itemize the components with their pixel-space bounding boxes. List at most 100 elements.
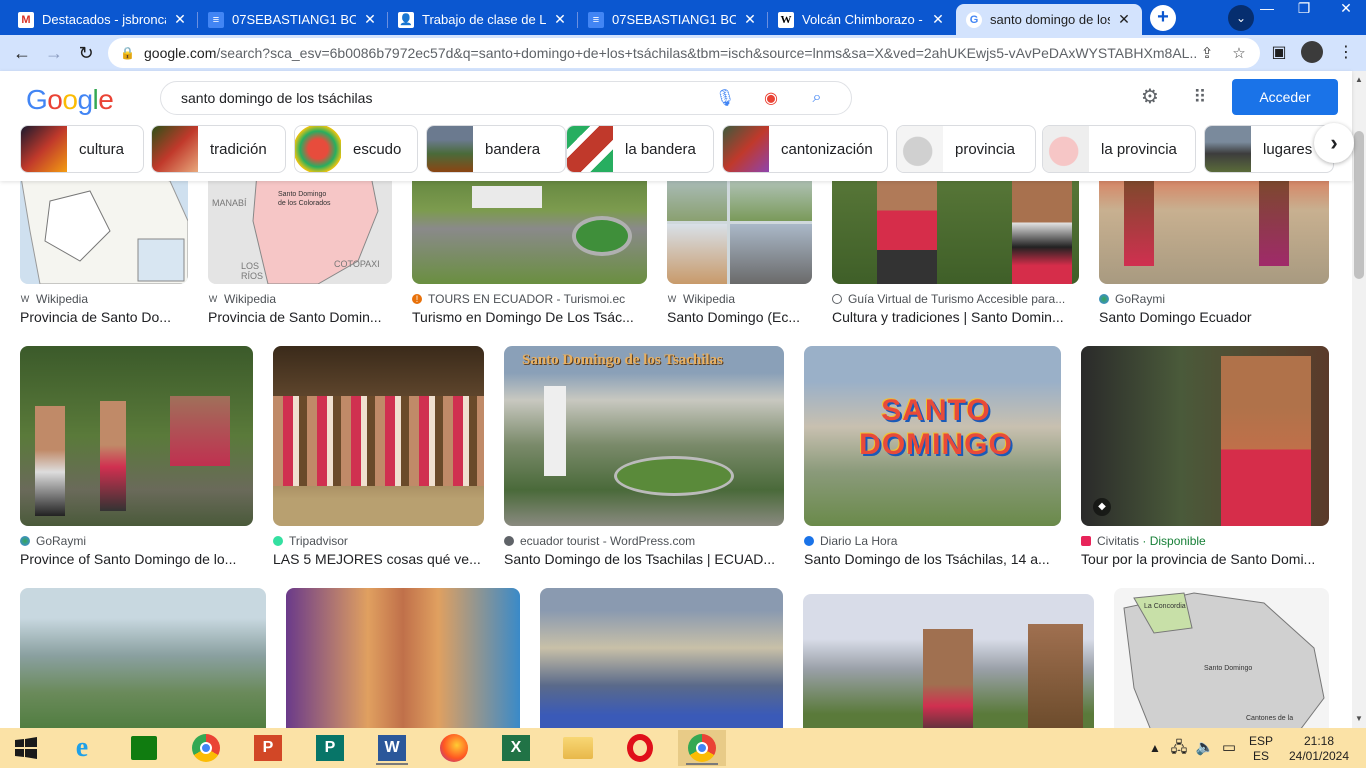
store-icon[interactable] bbox=[120, 730, 168, 766]
chip-provincia[interactable]: provincia bbox=[896, 125, 1036, 173]
result-image-map[interactable]: Santo Domingo de los Colorados MANABÍ LO… bbox=[208, 181, 392, 284]
file-explorer-icon[interactable] bbox=[554, 730, 602, 766]
word-icon[interactable]: W bbox=[368, 730, 416, 766]
restore-button[interactable]: ❐ bbox=[1284, 0, 1324, 20]
excel-icon[interactable]: X bbox=[492, 730, 540, 766]
close-window-button[interactable]: ✕ bbox=[1326, 0, 1366, 20]
result-card[interactable] bbox=[20, 588, 266, 728]
result-title[interactable]: Santo Domingo de los Tsáchilas, 14 a... bbox=[804, 551, 1061, 567]
chrome-active-icon[interactable] bbox=[678, 730, 726, 766]
result-image-photo[interactable] bbox=[286, 588, 520, 728]
result-title[interactable]: Cultura y tradiciones | Santo Domin... bbox=[832, 309, 1079, 325]
chevron-right-icon[interactable]: › bbox=[1314, 123, 1354, 163]
result-image-photo[interactable] bbox=[20, 346, 253, 526]
volume-icon[interactable]: 🔈 bbox=[1194, 728, 1216, 768]
result-title[interactable]: Santo Domingo Ecuador bbox=[1099, 309, 1329, 325]
tab-classroom[interactable]: 👤 Trabajo de clase de LEN ✕ bbox=[388, 4, 578, 35]
result-title[interactable]: Province of Santo Domingo de lo... bbox=[20, 551, 253, 567]
result-title[interactable]: LAS 5 MEJORES cosas qué ve... bbox=[273, 551, 484, 567]
opera-icon[interactable] bbox=[616, 730, 664, 766]
tab-gmail[interactable]: M Destacados - jsbroncan ✕ bbox=[8, 4, 198, 35]
bookmark-star-icon[interactable]: ☆ bbox=[1228, 44, 1250, 62]
result-image-collage[interactable] bbox=[667, 181, 812, 284]
search-input[interactable]: santo domingo de los tsáchilas bbox=[181, 90, 713, 106]
tray-expand-icon[interactable]: ▲ bbox=[1148, 728, 1162, 768]
network-icon[interactable]: 🖧 bbox=[1168, 728, 1190, 768]
result-image-photo[interactable] bbox=[20, 588, 266, 728]
result-card[interactable]: Tripadvisor LAS 5 MEJORES cosas qué ve..… bbox=[273, 346, 484, 567]
signin-button[interactable]: Acceder bbox=[1232, 79, 1338, 115]
firefox-icon[interactable] bbox=[430, 730, 478, 766]
result-card[interactable]: Santo Domingo de los Colorados MANABÍ LO… bbox=[208, 181, 392, 325]
chip-escudo[interactable]: escudo bbox=[294, 125, 418, 173]
result-image-map[interactable]: La Concordia Santo Domingo Cantones de l… bbox=[1114, 588, 1329, 728]
result-image-photo[interactable]: SANTO DOMINGO bbox=[804, 346, 1061, 526]
lens-icon[interactable]: ◉ bbox=[759, 88, 783, 108]
settings-gear-icon[interactable]: ⚙ bbox=[1138, 85, 1162, 109]
close-icon[interactable]: ✕ bbox=[742, 11, 758, 28]
language-indicator[interactable]: ESP ES bbox=[1244, 728, 1278, 768]
search-box[interactable]: santo domingo de los tsáchilas 🎙 ◉ ⌕ bbox=[160, 81, 852, 115]
result-card[interactable]: GoRaymi Santo Domingo Ecuador bbox=[1099, 181, 1329, 325]
result-card[interactable]: ! TOURS EN ECUADOR - Turismoi.ec Turismo … bbox=[412, 181, 647, 325]
close-icon[interactable]: ✕ bbox=[172, 11, 188, 28]
profile-avatar[interactable] bbox=[1301, 41, 1323, 63]
result-card[interactable] bbox=[286, 588, 520, 728]
new-tab-button[interactable]: + bbox=[1150, 5, 1176, 31]
chip-la-provincia[interactable]: la provincia bbox=[1042, 125, 1196, 173]
scroll-down-arrow[interactable]: ▼ bbox=[1352, 712, 1366, 726]
reload-button[interactable]: ↻ bbox=[74, 41, 98, 65]
result-image-photo[interactable] bbox=[540, 588, 783, 728]
close-icon[interactable]: ✕ bbox=[362, 11, 378, 28]
tab-docs-1[interactable]: ≡ 07SEBASTIANG1 BONC ✕ bbox=[198, 4, 388, 35]
chip-cultura[interactable]: cultura bbox=[20, 125, 144, 173]
internet-explorer-icon[interactable]: e bbox=[58, 730, 106, 766]
result-card[interactable]: W Wikipedia Santo Domingo (Ec... bbox=[667, 181, 812, 325]
result-image-map[interactable] bbox=[20, 181, 188, 284]
tab-google-active[interactable]: G santo domingo de los ts ✕ bbox=[956, 4, 1142, 35]
powerpoint-icon[interactable]: P bbox=[244, 730, 292, 766]
result-title[interactable]: Turismo en Domingo De Los Tsác... bbox=[412, 309, 647, 325]
result-title[interactable]: Santo Domingo (Ec... bbox=[667, 309, 812, 325]
chip-la-bandera[interactable]: la bandera bbox=[566, 125, 714, 173]
result-card[interactable]: Santo Domingo de los Tsachilas ecuador t… bbox=[504, 346, 784, 567]
result-card[interactable]: Guía Virtual de Turismo Accesible para..… bbox=[832, 181, 1079, 325]
page-scrollbar[interactable]: ▲ ▼ bbox=[1352, 71, 1366, 728]
address-bar[interactable]: 🔒 google.com/search?sca_esv=6b0086b7972e… bbox=[108, 38, 1260, 68]
minimize-button[interactable]: — bbox=[1247, 0, 1287, 20]
windows-start-icon[interactable] bbox=[2, 730, 50, 766]
close-icon[interactable]: ✕ bbox=[930, 11, 946, 28]
result-title[interactable]: Provincia de Santo Domin... bbox=[208, 309, 392, 325]
google-logo[interactable]: Google bbox=[26, 84, 114, 116]
chip-cantonizacion[interactable]: cantonización bbox=[722, 125, 888, 173]
result-image-photo[interactable] bbox=[1099, 181, 1329, 284]
close-icon[interactable]: ✕ bbox=[552, 11, 568, 28]
result-title[interactable]: Santo Domingo de los Tsachilas | ECUAD..… bbox=[504, 551, 784, 567]
chip-tradicion[interactable]: tradición bbox=[151, 125, 286, 173]
chip-bandera[interactable]: bandera bbox=[426, 125, 566, 173]
result-card[interactable]: La Concordia Santo Domingo Cantones de l… bbox=[1114, 588, 1329, 728]
result-card[interactable]: SANTO DOMINGO Diario La Hora Santo Domin… bbox=[804, 346, 1061, 567]
result-image-photo[interactable] bbox=[412, 181, 647, 284]
tab-wikipedia[interactable]: W Volcán Chimborazo - W ✕ bbox=[768, 4, 956, 35]
scroll-up-arrow[interactable]: ▲ bbox=[1352, 73, 1366, 87]
microphone-icon[interactable]: 🎙 bbox=[713, 88, 737, 108]
chrome-icon[interactable] bbox=[182, 730, 230, 766]
clock[interactable]: 21:18 24/01/2024 bbox=[1282, 728, 1356, 768]
sidebar-icon[interactable]: ▣ bbox=[1267, 41, 1291, 65]
menu-icon[interactable]: ⋮ bbox=[1334, 41, 1358, 65]
result-card[interactable] bbox=[540, 588, 783, 728]
result-card[interactable] bbox=[803, 594, 1094, 728]
result-title[interactable]: Tour por la provincia de Santo Domi... bbox=[1081, 551, 1329, 567]
scrollbar-thumb[interactable] bbox=[1354, 131, 1364, 279]
publisher-icon[interactable]: P bbox=[306, 730, 354, 766]
result-card[interactable]: ◆ Civitatis · Disponible Tour por la pro… bbox=[1081, 346, 1329, 567]
result-title[interactable]: Provincia de Santo Do... bbox=[20, 309, 188, 325]
result-image-photo[interactable]: ◆ bbox=[1081, 346, 1329, 526]
close-icon[interactable]: ✕ bbox=[1116, 11, 1132, 28]
result-image-photo[interactable] bbox=[273, 346, 484, 526]
result-image-photo[interactable]: Santo Domingo de los Tsachilas bbox=[504, 346, 784, 526]
tab-docs-2[interactable]: ≡ 07SEBASTIANG1 BONC ✕ bbox=[578, 4, 768, 35]
result-card[interactable]: GoRaymi Province of Santo Domingo de lo.… bbox=[20, 346, 253, 567]
result-image-photo[interactable] bbox=[803, 594, 1094, 728]
